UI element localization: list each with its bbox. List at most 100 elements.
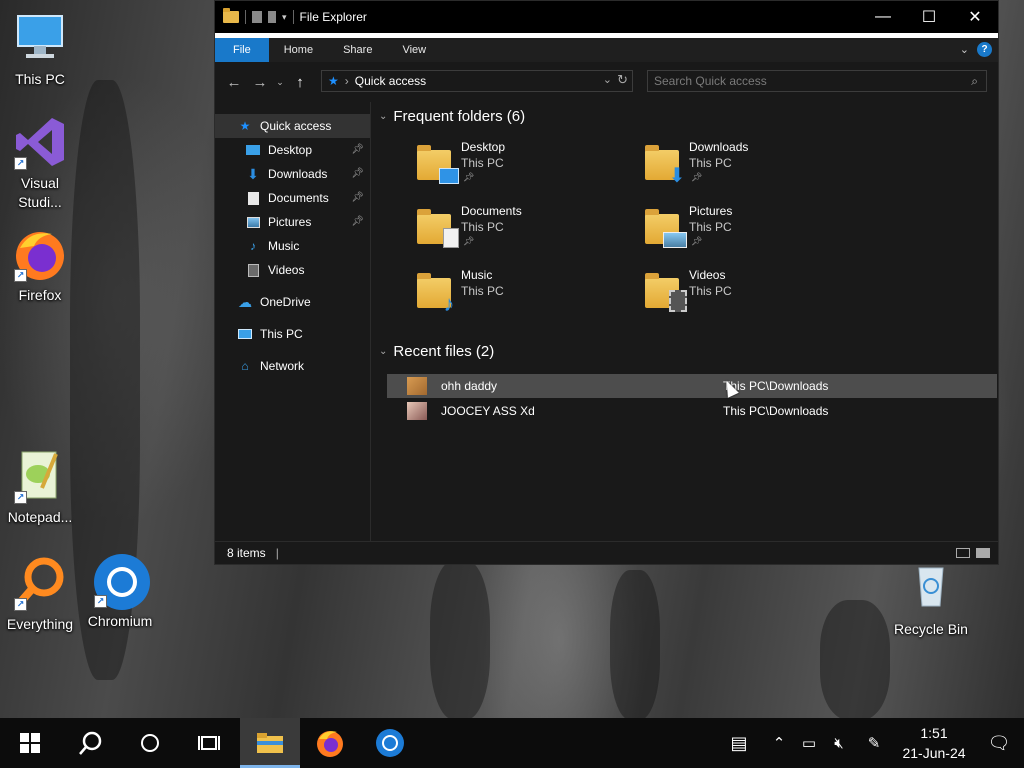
system-tray: ▤ ⌃ ▭ 🔇︎ ✎ 1:51 21-Jun-24 🗨︎ <box>714 718 1024 768</box>
tab-home[interactable]: Home <box>269 38 328 62</box>
news-widget-icon[interactable]: ▤ <box>714 733 764 754</box>
taskbar-firefox[interactable] <box>300 718 360 768</box>
recent-locations-button[interactable]: ⌄ <box>273 77 287 88</box>
taskbar-chromium[interactable] <box>360 718 420 768</box>
taskbar: ▤ ⌃ ▭ 🔇︎ ✎ 1:51 21-Jun-24 🗨︎ <box>0 718 1024 768</box>
nav-item-onedrive[interactable]: ☁ OneDrive <box>215 290 370 314</box>
address-bar[interactable]: ★ › Quick access ⌄ ↻ <box>321 70 633 92</box>
folder-tile-downloads[interactable]: ⬇ Downloads This PC 📌︎ <box>643 140 863 196</box>
chromium-icon: ↗ <box>92 552 150 610</box>
nav-item-this-pc[interactable]: This PC <box>215 322 370 346</box>
forward-button[interactable]: → <box>247 74 273 91</box>
frequent-folders-header[interactable]: ⌄ Frequent folders (6) <box>379 108 525 125</box>
desktop-icon-label: Notepad... <box>7 509 73 525</box>
section-title: Frequent folders (6) <box>393 108 526 125</box>
desktop-icon-chromium[interactable]: ↗ Chromium <box>80 552 160 631</box>
start-button[interactable] <box>0 718 60 768</box>
details-view-icon[interactable] <box>956 548 970 558</box>
cortana-button[interactable] <box>120 718 180 768</box>
recent-files-header[interactable]: ⌄ Recent files (2) <box>379 343 494 360</box>
nav-item-pictures[interactable]: Pictures 📌︎ <box>215 210 370 234</box>
nav-item-network[interactable]: ⌂ Network <box>215 354 370 378</box>
search-input[interactable]: Search Quick access ⌕ <box>647 70 987 92</box>
up-button[interactable]: ↑ <box>287 74 313 91</box>
search-button[interactable] <box>60 718 120 768</box>
folder-tile-videos[interactable]: Videos This PC <box>643 268 863 324</box>
clock[interactable]: 1:51 21-Jun-24 <box>894 723 974 763</box>
desktop-icon-everything[interactable]: ↗ Everything <box>0 555 80 634</box>
window-title: File Explorer <box>299 10 367 24</box>
nav-item-desktop[interactable]: Desktop 📌︎ <box>215 138 370 162</box>
action-center-icon[interactable]: 🗨︎ <box>974 733 1024 754</box>
collapse-chevron-icon[interactable]: ⌄ <box>379 111 387 122</box>
tab-file[interactable]: File <box>215 38 269 62</box>
new-folder-icon[interactable] <box>268 11 276 23</box>
title-bar[interactable]: ▾ File Explorer — ☐ ✕ <box>215 1 998 33</box>
folder-location: This PC <box>689 284 732 298</box>
back-button[interactable]: ← <box>221 74 247 91</box>
nav-item-music[interactable]: ♪ Music <box>215 234 370 258</box>
pin-icon[interactable]: 📌︎ <box>351 162 364 186</box>
nav-item-videos[interactable]: Videos <box>215 258 370 282</box>
desktop-icon-label: Visual Studi... <box>18 175 62 210</box>
desktop-icon-firefox[interactable]: ↗ Firefox <box>0 226 80 305</box>
network-icon[interactable]: ▭ <box>794 734 824 752</box>
nav-item-label: OneDrive <box>260 295 311 309</box>
desktop-icon-visual-studio[interactable]: ↗ Visual Studi... <box>0 114 80 212</box>
recent-file-row[interactable]: JOOCEY ASS Xd This PC\Downloads <box>387 399 997 423</box>
minimize-button[interactable]: — <box>860 1 906 33</box>
collapse-chevron-icon[interactable]: ⌄ <box>379 346 387 357</box>
help-icon[interactable]: ? <box>977 42 992 57</box>
folder-tile-desktop[interactable]: Desktop This PC 📌︎ <box>415 140 635 196</box>
divider: | <box>275 546 279 560</box>
large-icons-view-icon[interactable] <box>976 548 990 558</box>
clock-date: 21-Jun-24 <box>902 745 966 761</box>
refresh-icon[interactable]: ↻ <box>617 72 628 88</box>
customize-toolbar-icon[interactable]: ▾ <box>282 12 287 23</box>
pin-icon[interactable]: 📌︎ <box>351 210 364 234</box>
task-view-button[interactable] <box>180 718 240 768</box>
film-icon <box>245 263 261 277</box>
pen-workspace-icon[interactable]: ✎ <box>854 734 894 752</box>
tab-share[interactable]: Share <box>328 38 387 62</box>
recent-file-row[interactable]: ohh daddy This PC\Downloads <box>387 374 997 398</box>
music-note-icon: ♪ <box>250 239 256 253</box>
desktop-icon-label: This PC <box>15 71 65 87</box>
folder-tile-documents[interactable]: Documents This PC 📌︎ <box>415 204 635 260</box>
nav-item-documents[interactable]: Documents 📌︎ <box>215 186 370 210</box>
properties-icon[interactable] <box>252 11 262 23</box>
nav-item-quick-access[interactable]: ★ Quick access <box>215 114 370 138</box>
monitor-icon <box>237 327 253 341</box>
nav-item-label: Documents <box>268 191 329 205</box>
file-name: ohh daddy <box>441 379 498 393</box>
nav-item-label: This PC <box>260 327 303 341</box>
nav-item-downloads[interactable]: ⬇ Downloads 📌︎ <box>215 162 370 186</box>
pin-icon[interactable]: 📌︎ <box>351 186 364 210</box>
close-button[interactable]: ✕ <box>952 1 998 33</box>
search-icon: ⌕ <box>971 74 978 88</box>
address-dropdown-icon[interactable]: ⌄ <box>603 73 612 86</box>
pin-icon[interactable]: 📌︎ <box>351 138 364 162</box>
tab-view[interactable]: View <box>387 38 441 62</box>
show-hidden-icons-chevron-icon[interactable]: ⌃ <box>764 734 794 752</box>
image-thumbnail-icon <box>407 377 427 395</box>
folder-name: Videos <box>689 268 726 282</box>
desktop-icon-notepad[interactable]: ↗ Notepad... <box>0 448 80 527</box>
picture-icon <box>245 215 261 229</box>
document-icon <box>245 191 261 205</box>
folder-tile-pictures[interactable]: Pictures This PC 📌︎ <box>643 204 863 260</box>
expand-ribbon-icon[interactable]: ⌄ <box>960 43 969 56</box>
folder-tile-music[interactable]: ♪ Music This PC <box>415 268 635 324</box>
volume-muted-icon[interactable]: 🔇︎ <box>824 735 854 752</box>
shortcut-arrow-icon: ↗ <box>14 598 27 611</box>
desktop-icon-recycle-bin[interactable]: Recycle Bin <box>891 560 971 639</box>
taskbar-file-explorer[interactable] <box>240 718 300 768</box>
maximize-button[interactable]: ☐ <box>906 1 952 33</box>
chromium-icon <box>376 729 404 757</box>
folder-location: This PC <box>461 220 504 234</box>
desktop-icon-label: Chromium <box>87 613 153 629</box>
desktop-icon-this-pc[interactable]: This PC <box>0 10 80 89</box>
chevron-right-icon[interactable]: › <box>345 74 349 88</box>
desktop-icon-label: Recycle Bin <box>894 621 968 637</box>
